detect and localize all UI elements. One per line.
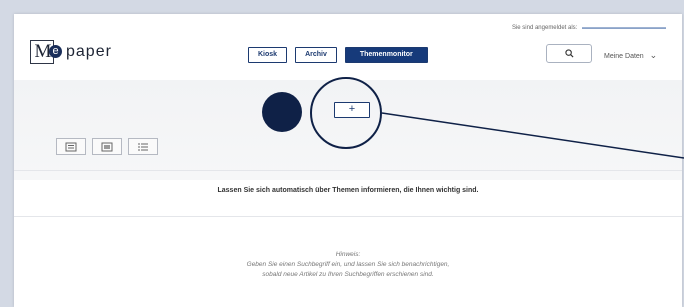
- annotation-pointer-line: [381, 112, 684, 159]
